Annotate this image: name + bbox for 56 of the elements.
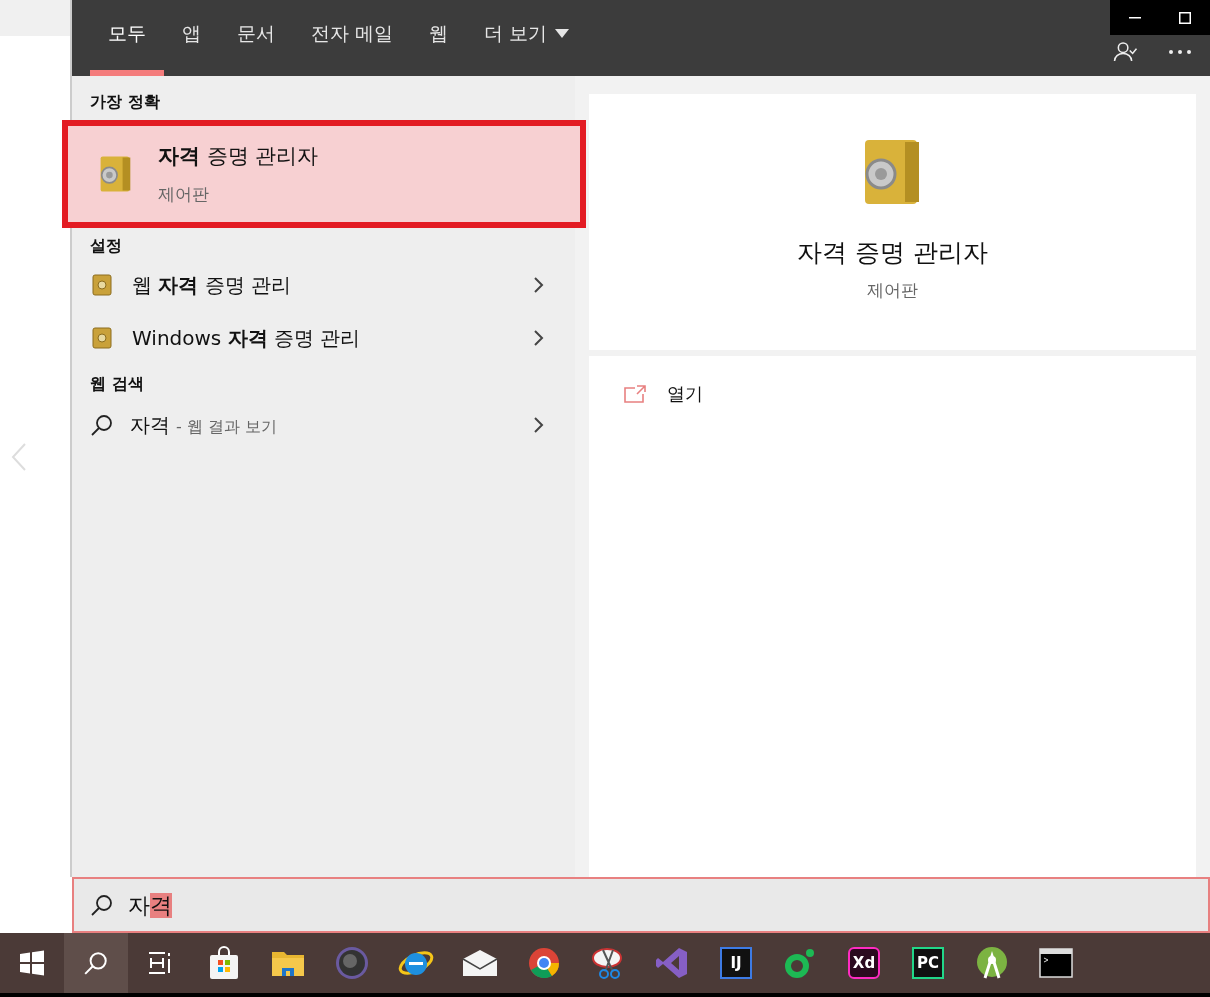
minimize-icon — [1129, 16, 1141, 19]
search-icon — [90, 893, 114, 917]
open-action[interactable]: 열기 — [589, 380, 1196, 407]
search-hint: - 웹 결과 보기 — [176, 416, 278, 438]
search-field[interactable]: 자격 — [72, 877, 1210, 933]
shopping-bag-icon — [207, 946, 241, 980]
result-subtitle: 제어판 — [158, 183, 210, 206]
search-query: 자격 — [130, 412, 170, 439]
filter-tab[interactable]: 전자 메일 — [293, 0, 412, 76]
section-heading: 설정 — [89, 235, 123, 257]
settings-result[interactable]: 웹 자격 증명 관리 — [72, 258, 575, 311]
infinity-logo-icon — [655, 946, 689, 980]
filter-tab[interactable]: 문서 — [219, 0, 293, 76]
task-view-icon — [147, 950, 173, 976]
scissors-icon — [591, 946, 625, 980]
preview-title: 자격 증명 관리자 — [797, 237, 988, 269]
dial-icon — [335, 946, 369, 980]
search-text: 자격 — [128, 891, 172, 920]
app-logo-icon: Xd — [848, 947, 880, 979]
web-search-result[interactable]: 자격 - 웹 결과 보기 — [72, 400, 575, 450]
ring-dot-icon — [784, 947, 816, 979]
chrome-icon — [528, 947, 560, 979]
chevron-left-icon — [10, 441, 28, 472]
taskbar-button[interactable]: PC — [896, 933, 960, 993]
search-icon — [83, 950, 109, 976]
person-icon — [1113, 42, 1137, 62]
chevron-right-icon — [533, 416, 545, 434]
search-icon — [90, 413, 114, 437]
android-head-icon — [975, 946, 1009, 980]
result-title: Windows 자격 증명 관리 — [132, 324, 362, 352]
open-external-icon — [623, 383, 647, 404]
app-logo-icon: PC — [912, 947, 944, 979]
section-heading: 가장 정확 — [89, 91, 161, 113]
windows-logo-icon — [19, 950, 45, 976]
preview-subtitle: 제어판 — [867, 278, 918, 302]
best-match-item[interactable]: 자격 증명 관리자 제어판 — [62, 120, 586, 228]
maximize-icon — [1179, 11, 1191, 24]
settings-result[interactable]: Windows 자격 증명 관리 — [72, 311, 575, 364]
title-bar — [0, 0, 70, 36]
safe-icon — [92, 326, 112, 349]
filter-tab[interactable]: 앱 — [164, 0, 219, 76]
result-title: 웹 자격 증명 관리 — [132, 271, 293, 299]
caret-down-icon — [555, 28, 570, 38]
filter-tab[interactable]: 더 보기 — [466, 0, 588, 76]
safe-icon — [92, 273, 112, 296]
envelope-icon — [462, 949, 498, 977]
terminal-icon — [1039, 948, 1073, 978]
more-icon — [1168, 49, 1192, 55]
filter-tab[interactable]: 웹 — [411, 0, 467, 76]
taskbar-button[interactable]: Xd — [832, 933, 896, 993]
taskbar-button[interactable]: IJ — [704, 933, 768, 993]
app-logo-icon: IJ — [720, 947, 752, 979]
chevron-right-icon — [533, 275, 545, 294]
chevron-right-icon — [533, 328, 545, 347]
section-heading: 웹 검색 — [89, 373, 145, 395]
result-title: 자격 증명 관리자 — [158, 142, 319, 170]
